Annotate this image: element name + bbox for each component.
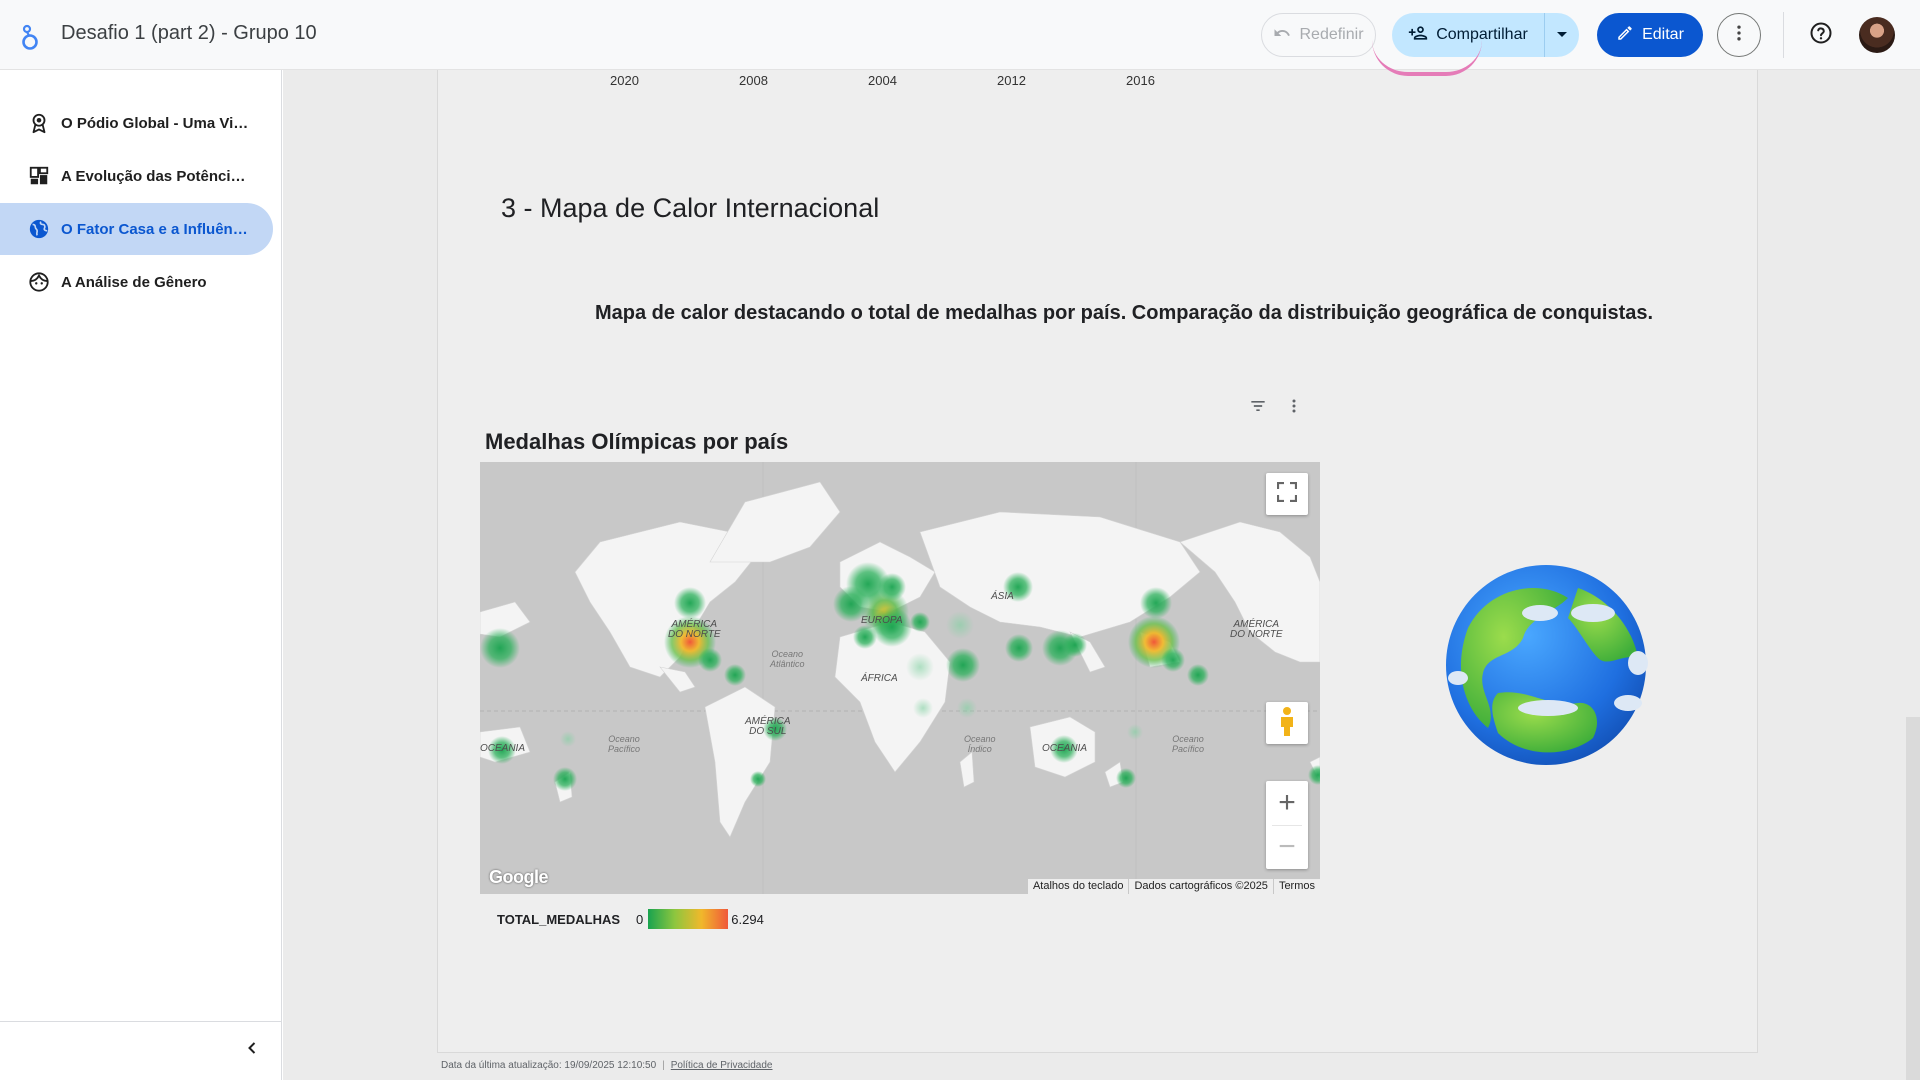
undo-icon [1273, 24, 1291, 47]
map-zoom-control: + − [1266, 781, 1308, 869]
more-options-button[interactable] [1717, 13, 1761, 57]
previous-chart-tick: 2016 [1126, 73, 1155, 88]
chart-toolbar [1248, 396, 1304, 421]
sidebar-item-label: A Análise de Gênero [61, 273, 207, 291]
keyboard-shortcuts-link[interactable]: Atalhos do teclado [1028, 879, 1129, 894]
reset-label: Redefinir [1299, 26, 1364, 43]
footer-separator: | [662, 1060, 665, 1071]
sidebar-item-label: O Fator Casa e a Influên… [61, 220, 248, 238]
previous-chart-tick: 2008 [739, 73, 768, 88]
zoom-in-button[interactable]: + [1266, 781, 1308, 825]
world-map-graphic [480, 462, 1320, 894]
map-label-pacific-ocean: Oceano Pacífico [608, 734, 641, 754]
globe-icon [27, 217, 51, 241]
section-description: Mapa de calor destacando o total de meda… [595, 302, 1654, 324]
report-title[interactable]: Desafio 1 (part 2) - Grupo 10 [61, 22, 317, 45]
map-label-north-america: AMÉRICA DO NORTE [1230, 619, 1283, 640]
legend-metric-name: TOTAL_MEDALHAS [497, 911, 621, 927]
heatmap-legend: TOTAL_MEDALHAS 0 6.294 [497, 909, 764, 929]
map-chart-title: Medalhas Olímpicas por país [485, 429, 789, 454]
edit-button[interactable]: Editar [1597, 13, 1703, 57]
map-label-pacific-ocean: Oceano Pacífico [1172, 734, 1205, 754]
legend-min-value: 0 [636, 911, 644, 927]
report-footer: Data da última atualização: 19/09/2025 1… [441, 1060, 773, 1071]
collapse-sidebar-button[interactable] [240, 1038, 264, 1062]
pencil-icon [1616, 24, 1634, 47]
map-attribution: Atalhos do teclado Dados cartográficos ©… [1027, 879, 1320, 894]
map-label-asia: ÁSIA [991, 591, 1014, 602]
canvas-scrollbar[interactable] [1906, 717, 1920, 1080]
map-data-text: Dados cartográficos ©2025 [1128, 879, 1272, 894]
looker-studio-logo-icon[interactable] [18, 21, 42, 51]
pegman-icon [1278, 706, 1296, 741]
reset-button[interactable]: Redefinir [1261, 13, 1376, 57]
previous-chart-tick: 2012 [997, 73, 1026, 88]
medal-icon [27, 111, 51, 135]
map-fullscreen-button[interactable] [1266, 473, 1308, 515]
google-logo[interactable]: Google [489, 867, 549, 888]
map-label-oceania: OCEANIA [1042, 743, 1088, 754]
legend-max-value: 6.294 [731, 911, 764, 927]
previous-chart-tick: 2020 [610, 73, 639, 88]
last-update-text: Data da última atualização: 19/09/2025 1… [441, 1060, 657, 1071]
section-title: 3 - Mapa de Calor Internacional [501, 193, 880, 223]
street-view-button[interactable] [1266, 702, 1308, 744]
sidebar-item-evolucao-potencias[interactable]: A Evolução das Potência… [0, 150, 273, 202]
map-label-south-america: AMÉRICA DO SUL [745, 716, 791, 737]
help-icon [1809, 21, 1833, 50]
legend-color-scale [648, 909, 729, 929]
chevron-left-icon [245, 1041, 259, 1060]
top-bar: Desafio 1 (part 2) - Grupo 10 Redefinir … [0, 0, 1920, 70]
more-vert-icon [1729, 23, 1749, 48]
terms-link[interactable]: Termos [1272, 879, 1320, 894]
help-button[interactable] [1805, 19, 1837, 51]
minus-icon: − [1278, 830, 1296, 864]
sidebar-item-label: A Evolução das Potência… [61, 167, 251, 185]
user-avatar[interactable] [1859, 17, 1895, 53]
edit-label: Editar [1642, 26, 1684, 43]
sidebar-divider [0, 1021, 282, 1022]
map-label-north-america: AMÉRICA DO NORTE [668, 619, 721, 640]
caret-down-icon [1556, 26, 1568, 44]
page-navigation-sidebar: O Pódio Global - Uma Vi… A Evolução das … [0, 70, 282, 1080]
map-label-africa: ÁFRICA [861, 673, 898, 684]
sidebar-item-podio-global[interactable]: O Pódio Global - Uma Vi… [0, 97, 273, 149]
map-label-oceania: OCEANIA [480, 743, 526, 754]
share-dropdown-button[interactable] [1545, 13, 1579, 57]
globe-illustration [1428, 558, 1664, 772]
map-label-indian-ocean: Oceano Índico [964, 734, 996, 754]
sidebar-item-fator-casa[interactable]: O Fator Casa e a Influên… [0, 203, 273, 255]
heat-map[interactable]: AMÉRICA DO NORTE EUROPA ÁSIA ÁFRICA AMÉRI… [480, 462, 1320, 894]
fullscreen-icon [1276, 481, 1298, 507]
face-icon [27, 270, 51, 294]
filter-icon[interactable] [1248, 396, 1268, 421]
privacy-policy-link[interactable]: Política de Privacidade [671, 1060, 773, 1071]
toolbar-divider [1783, 12, 1784, 58]
chart-more-vert-icon[interactable] [1284, 396, 1304, 421]
sidebar-item-label: O Pódio Global - Uma Vi… [61, 114, 249, 132]
map-label-atlantic-ocean: Oceano Atlântico [770, 649, 805, 669]
zoom-out-button[interactable]: − [1266, 825, 1308, 869]
previous-chart-tick: 2004 [868, 73, 897, 88]
plus-icon: + [1278, 785, 1296, 819]
sidebar-item-analise-genero[interactable]: A Análise de Gênero [0, 256, 273, 308]
dashboard-icon [27, 164, 51, 188]
map-label-europe: EUROPA [861, 615, 903, 626]
